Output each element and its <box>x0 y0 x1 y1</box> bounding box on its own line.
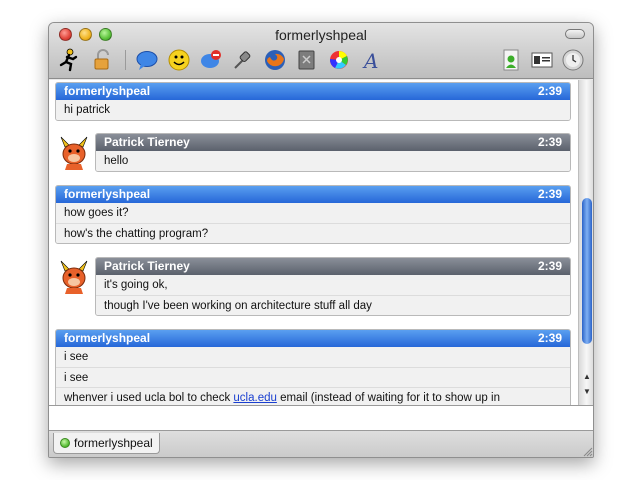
chat-window: formerlyshpeal A formerlyshpeal 2:39 hi … <box>48 22 594 458</box>
message-text: email (instead of waiting for it to show… <box>276 392 500 404</box>
message-header: formerlyshpeal 2:39 <box>56 83 570 100</box>
firefox-icon[interactable] <box>263 48 287 72</box>
buddy-avatar <box>55 133 93 171</box>
toolbar-toggle-button[interactable] <box>565 29 585 39</box>
profile-card-icon[interactable] <box>530 48 554 72</box>
message-line: whenver i used ucla bol to check ucla.ed… <box>56 387 570 405</box>
message-line: how goes it? <box>56 203 570 223</box>
tab-label: formerlyshpeal <box>74 436 153 450</box>
message-header: Patrick Tierney 2:39 <box>96 258 570 275</box>
message-group: formerlyshpeal 2:39 hi patrick <box>55 82 571 121</box>
title-bar: formerlyshpeal A <box>49 23 593 79</box>
message-input-area <box>49 405 593 431</box>
sender-name: Patrick Tierney <box>104 135 190 149</box>
color-wheel-icon[interactable] <box>327 48 351 72</box>
resize-grip-icon[interactable] <box>582 446 593 457</box>
message-time: 2:39 <box>537 135 562 149</box>
smiley-icon[interactable] <box>167 48 191 72</box>
message-line: i see <box>56 347 570 367</box>
font-icon[interactable]: A <box>359 48 383 72</box>
sender-name: formerlyshpeal <box>64 331 151 345</box>
block-icon[interactable] <box>199 48 223 72</box>
message-bubble-icon[interactable] <box>135 48 159 72</box>
message-header: formerlyshpeal 2:39 <box>56 330 570 347</box>
sender-name: formerlyshpeal <box>64 187 151 201</box>
pin-icon[interactable] <box>231 48 255 72</box>
buddy-avatar <box>55 257 93 295</box>
scrollbar-thumb[interactable] <box>582 198 592 344</box>
runner-icon[interactable] <box>57 48 81 72</box>
message-group: formerlyshpeal 2:39 i see i see whenver … <box>55 329 571 405</box>
message-time: 2:39 <box>537 84 562 98</box>
message-text: whenver i used ucla bol to check <box>64 392 234 404</box>
tab-formerlyshpeal[interactable]: formerlyshpeal <box>53 433 160 454</box>
message-time: 2:39 <box>537 259 562 273</box>
message-input[interactable] <box>49 406 593 430</box>
window-title: formerlyshpeal <box>275 27 367 43</box>
vertical-scrollbar[interactable]: ▲ ▼ <box>578 80 593 405</box>
svg-text:A: A <box>362 49 378 72</box>
contact-info-icon[interactable] <box>499 48 523 72</box>
message-time: 2:39 <box>537 187 562 201</box>
lock-icon[interactable] <box>91 48 115 72</box>
message-group: formerlyshpeal 2:39 how goes it? how's t… <box>55 185 571 244</box>
tab-bar: formerlyshpeal <box>49 431 593 457</box>
message-line: hello <box>96 151 570 171</box>
online-status-icon <box>60 438 70 448</box>
message-line: it's going ok, <box>96 275 570 295</box>
scroll-up-arrow[interactable]: ▲ <box>579 370 593 383</box>
message-group: Patrick Tierney 2:39 hello <box>95 133 571 172</box>
scroll-down-arrow[interactable]: ▼ <box>579 385 593 398</box>
message-line: i see <box>56 367 570 387</box>
sender-name: Patrick Tierney <box>104 259 190 273</box>
message-time: 2:39 <box>537 331 562 345</box>
clock-icon[interactable] <box>561 48 585 72</box>
ucla-link[interactable]: ucla.edu <box>233 392 276 404</box>
message-header: Patrick Tierney 2:39 <box>96 134 570 151</box>
message-view: formerlyshpeal 2:39 hi patrick Patrick T… <box>49 80 578 405</box>
message-line: though I've been working on architecture… <box>96 295 570 315</box>
message-group: Patrick Tierney 2:39 it's going ok, thou… <box>95 257 571 316</box>
toolbar-separator <box>125 50 126 70</box>
message-line: how's the chatting program? <box>56 223 570 243</box>
sender-name: formerlyshpeal <box>64 84 151 98</box>
message-header: formerlyshpeal 2:39 <box>56 186 570 203</box>
message-line: hi patrick <box>56 100 570 120</box>
file-icon[interactable] <box>295 48 319 72</box>
